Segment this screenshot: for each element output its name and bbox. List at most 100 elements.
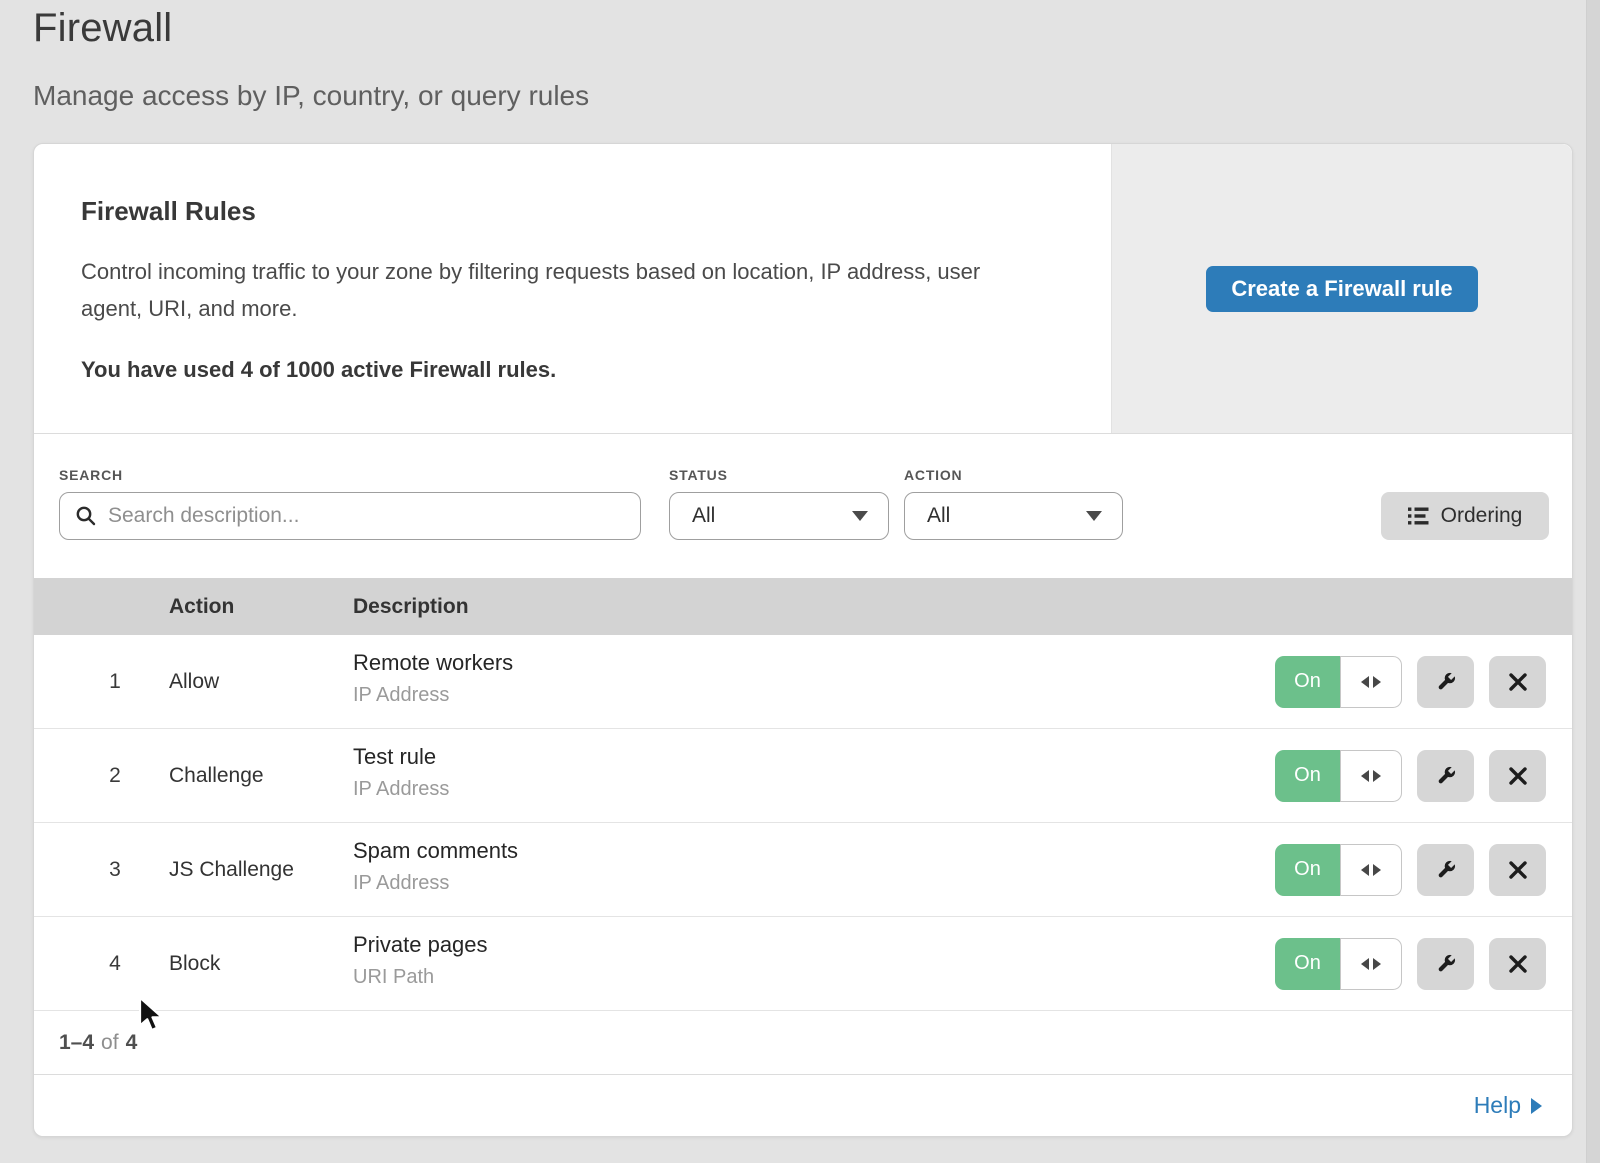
rule-action: JS Challenge bbox=[169, 858, 294, 882]
rule-toggle: On bbox=[1275, 656, 1402, 708]
create-firewall-rule-button[interactable]: Create a Firewall rule bbox=[1206, 266, 1477, 312]
close-icon bbox=[1508, 672, 1528, 692]
wrench-icon bbox=[1434, 858, 1458, 882]
toggle-expand-button[interactable] bbox=[1340, 938, 1402, 990]
rule-action: Challenge bbox=[169, 764, 264, 788]
table-row: 2 Challenge Test rule IP Address On bbox=[34, 729, 1572, 823]
rule-priority: 3 bbox=[95, 858, 135, 882]
arrow-left-icon bbox=[1361, 864, 1369, 876]
rules-summary-text: Firewall Rules Control incoming traffic … bbox=[34, 144, 1111, 433]
delete-rule-button[interactable] bbox=[1489, 844, 1546, 896]
toggle-on-button[interactable]: On bbox=[1275, 844, 1340, 896]
rules-usage-count: You have used 4 of 1000 active Firewall … bbox=[81, 357, 1051, 383]
rule-description-cell: Test rule IP Address bbox=[353, 744, 449, 801]
arrow-left-icon bbox=[1361, 770, 1369, 782]
column-header-description: Description bbox=[353, 595, 469, 619]
wrench-icon bbox=[1434, 952, 1458, 976]
search-box[interactable] bbox=[59, 492, 641, 540]
pagination-of-label: of bbox=[101, 1031, 119, 1055]
window-right-edge bbox=[1586, 0, 1600, 1163]
rule-priority: 4 bbox=[95, 952, 135, 976]
arrow-right-icon bbox=[1373, 864, 1381, 876]
toggle-on-button[interactable]: On bbox=[1275, 938, 1340, 990]
edit-rule-button[interactable] bbox=[1417, 750, 1474, 802]
chevron-down-icon bbox=[852, 511, 868, 521]
ordering-button[interactable]: Ordering bbox=[1381, 492, 1549, 540]
status-select[interactable]: All bbox=[669, 492, 889, 540]
rule-description: Private pages bbox=[353, 932, 488, 958]
edit-rule-button[interactable] bbox=[1417, 656, 1474, 708]
status-selected-value: All bbox=[692, 504, 715, 528]
rule-controls: On bbox=[1275, 844, 1546, 896]
search-label: SEARCH bbox=[59, 467, 123, 483]
rule-description: Test rule bbox=[353, 744, 449, 770]
rules-summary-section: Firewall Rules Control incoming traffic … bbox=[34, 144, 1572, 434]
wrench-icon bbox=[1434, 764, 1458, 788]
pagination-total: 4 bbox=[126, 1031, 138, 1055]
action-select[interactable]: All bbox=[904, 492, 1123, 540]
firewall-rules-card: Firewall Rules Control incoming traffic … bbox=[33, 143, 1573, 1137]
rule-priority: 1 bbox=[95, 670, 135, 694]
action-label: ACTION bbox=[904, 467, 962, 483]
table-row: 3 JS Challenge Spam comments IP Address … bbox=[34, 823, 1572, 917]
table-row: 1 Allow Remote workers IP Address On bbox=[34, 635, 1572, 729]
rule-match-type: IP Address bbox=[353, 684, 513, 707]
search-input[interactable] bbox=[108, 504, 626, 528]
firewall-page: Firewall Manage access by IP, country, o… bbox=[0, 0, 1600, 1163]
rule-description-cell: Spam comments IP Address bbox=[353, 838, 518, 895]
rules-description: Control incoming traffic to your zone by… bbox=[81, 253, 1006, 327]
toggle-expand-button[interactable] bbox=[1340, 750, 1402, 802]
create-rule-panel: Create a Firewall rule bbox=[1111, 144, 1572, 433]
close-icon bbox=[1508, 860, 1528, 880]
edit-rule-button[interactable] bbox=[1417, 938, 1474, 990]
rules-heading: Firewall Rules bbox=[81, 196, 1051, 227]
rule-action: Allow bbox=[169, 670, 219, 694]
close-icon bbox=[1508, 766, 1528, 786]
rule-controls: On bbox=[1275, 656, 1546, 708]
page-subtitle: Manage access by IP, country, or query r… bbox=[33, 80, 589, 112]
page-title: Firewall bbox=[33, 6, 172, 51]
delete-rule-button[interactable] bbox=[1489, 938, 1546, 990]
toggle-on-button[interactable]: On bbox=[1275, 656, 1340, 708]
toggle-expand-button[interactable] bbox=[1340, 844, 1402, 896]
status-label: STATUS bbox=[669, 467, 728, 483]
arrow-left-icon bbox=[1361, 958, 1369, 970]
arrow-left-icon bbox=[1361, 676, 1369, 688]
rule-match-type: IP Address bbox=[353, 778, 449, 801]
arrow-right-icon bbox=[1373, 958, 1381, 970]
arrow-right-icon bbox=[1373, 676, 1381, 688]
rule-description: Remote workers bbox=[353, 650, 513, 676]
pagination: 1–4 of 4 bbox=[34, 1011, 1572, 1074]
rule-controls: On bbox=[1275, 750, 1546, 802]
rule-action: Block bbox=[169, 952, 220, 976]
search-icon bbox=[74, 504, 98, 528]
rule-toggle: On bbox=[1275, 750, 1402, 802]
delete-rule-button[interactable] bbox=[1489, 750, 1546, 802]
rule-priority: 2 bbox=[95, 764, 135, 788]
rule-description-cell: Remote workers IP Address bbox=[353, 650, 513, 707]
rule-match-type: IP Address bbox=[353, 872, 518, 895]
wrench-icon bbox=[1434, 670, 1458, 694]
ordering-button-label: Ordering bbox=[1441, 504, 1523, 528]
filters-bar: SEARCH STATUS All ACTION All bbox=[34, 434, 1572, 578]
help-link[interactable]: Help bbox=[1474, 1092, 1542, 1119]
right-triangle-icon bbox=[1531, 1098, 1542, 1114]
rule-description-cell: Private pages URI Path bbox=[353, 932, 488, 989]
ordered-list-icon bbox=[1408, 507, 1429, 525]
toggle-expand-button[interactable] bbox=[1340, 656, 1402, 708]
rule-match-type: URI Path bbox=[353, 966, 488, 989]
edit-rule-button[interactable] bbox=[1417, 844, 1474, 896]
rule-controls: On bbox=[1275, 938, 1546, 990]
delete-rule-button[interactable] bbox=[1489, 656, 1546, 708]
table-row: 4 Block Private pages URI Path On bbox=[34, 917, 1572, 1011]
rule-toggle: On bbox=[1275, 938, 1402, 990]
column-header-action: Action bbox=[169, 595, 234, 619]
close-icon bbox=[1508, 954, 1528, 974]
toggle-on-button[interactable]: On bbox=[1275, 750, 1340, 802]
rule-description: Spam comments bbox=[353, 838, 518, 864]
table-header: Action Description bbox=[34, 578, 1572, 635]
chevron-down-icon bbox=[1086, 511, 1102, 521]
rule-toggle: On bbox=[1275, 844, 1402, 896]
action-selected-value: All bbox=[927, 504, 950, 528]
arrow-right-icon bbox=[1373, 770, 1381, 782]
